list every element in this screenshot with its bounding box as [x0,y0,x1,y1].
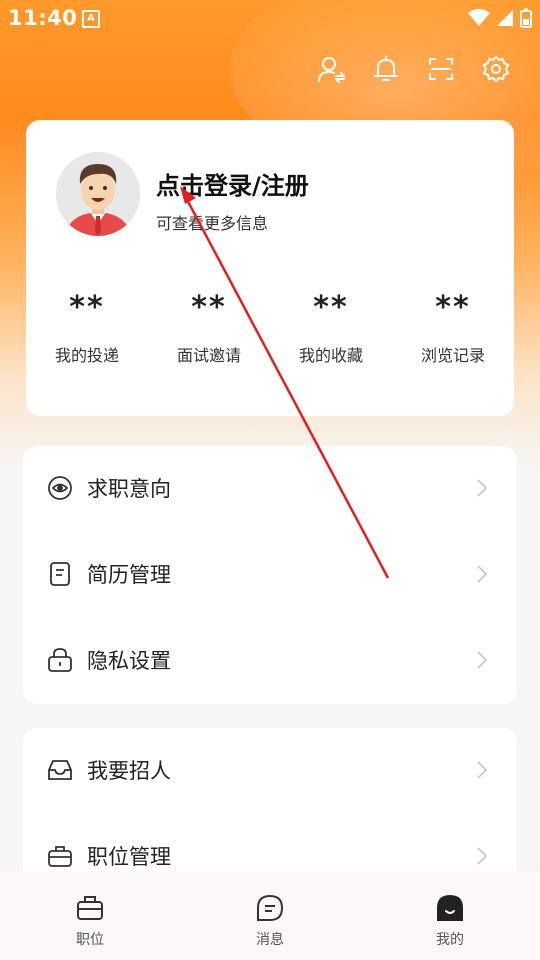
login-register-link[interactable]: 点击登录/注册 [156,166,309,201]
stats-row: ** 我的投递 ** 面试邀请 ** 我的收藏 ** 浏览记录 [26,288,514,366]
tab-messages[interactable]: 消息 [180,871,360,960]
menu-item-label: 职位管理 [87,845,171,869]
wifi-icon [468,9,490,26]
chevron-right-icon [477,565,487,583]
signal-icon [497,10,513,26]
tab-label: 我的 [436,932,464,948]
menu-item-privacy-settings[interactable]: 隐私设置 [23,618,517,704]
stat-my-favorites[interactable]: ** 我的收藏 [270,288,392,366]
settings-icon[interactable] [482,55,510,83]
profile-icon [437,895,463,921]
tab-label: 消息 [256,932,284,948]
chat-icon [257,894,284,921]
chevron-right-icon [477,479,487,497]
stat-browse-history[interactable]: ** 浏览记录 [392,288,514,366]
bottom-tab-bar: 职位 消息 我的 [0,871,540,960]
login-subtitle: 可查看更多信息 [156,214,269,233]
menu-item-label: 求职意向 [87,477,171,501]
stat-label: 浏览记录 [420,346,485,365]
target-icon [48,476,72,500]
menu-item-hire-people[interactable]: 我要招人 [23,728,517,814]
bell-icon[interactable] [372,55,400,83]
stat-value: ** [69,290,105,325]
menu-item-label: 我要招人 [87,759,171,783]
stat-label: 面试邀请 [176,346,241,365]
battery-icon [520,8,532,28]
menu-item-label: 隐私设置 [87,649,171,673]
lock-icon [48,648,72,672]
document-icon [50,562,70,586]
tab-jobs[interactable]: 职位 [0,871,180,960]
chevron-right-icon [477,847,487,865]
briefcase-icon [77,896,103,920]
menu-item-label: 简历管理 [87,563,171,587]
stat-value: ** [191,290,227,325]
stat-value: ** [313,290,349,325]
menu-item-resume-management[interactable]: 简历管理 [23,532,517,618]
default-avatar-illustration [56,152,140,236]
chevron-right-icon [477,761,487,779]
status-bar: 11:40 A [0,0,540,38]
status-time: 11:40 [8,6,78,30]
stat-label: 我的投递 [54,346,119,365]
chevron-right-icon [477,651,487,669]
stat-value: ** [435,290,471,325]
menu-item-job-intention[interactable]: 求职意向 [23,446,517,532]
stat-label: 我的收藏 [298,346,363,365]
tab-label: 职位 [76,932,104,948]
stat-interview-invites[interactable]: ** 面试邀请 [148,288,270,366]
switch-identity-icon[interactable] [317,55,345,83]
inbox-icon [48,760,72,780]
briefcase-icon [48,846,72,867]
tab-me[interactable]: 我的 [360,871,540,960]
top-toolbar [317,55,510,83]
scan-icon[interactable] [427,55,455,83]
avatar[interactable] [56,152,140,236]
menu-group-job-seeker: 求职意向 简历管理 隐私设置 [23,446,517,704]
stat-my-applications[interactable]: ** 我的投递 [26,288,148,366]
profile-card: 点击登录/注册 可查看更多信息 ** 我的投递 ** 面试邀请 ** 我的收藏 … [26,120,514,416]
app-notification-icon: A [82,10,100,28]
